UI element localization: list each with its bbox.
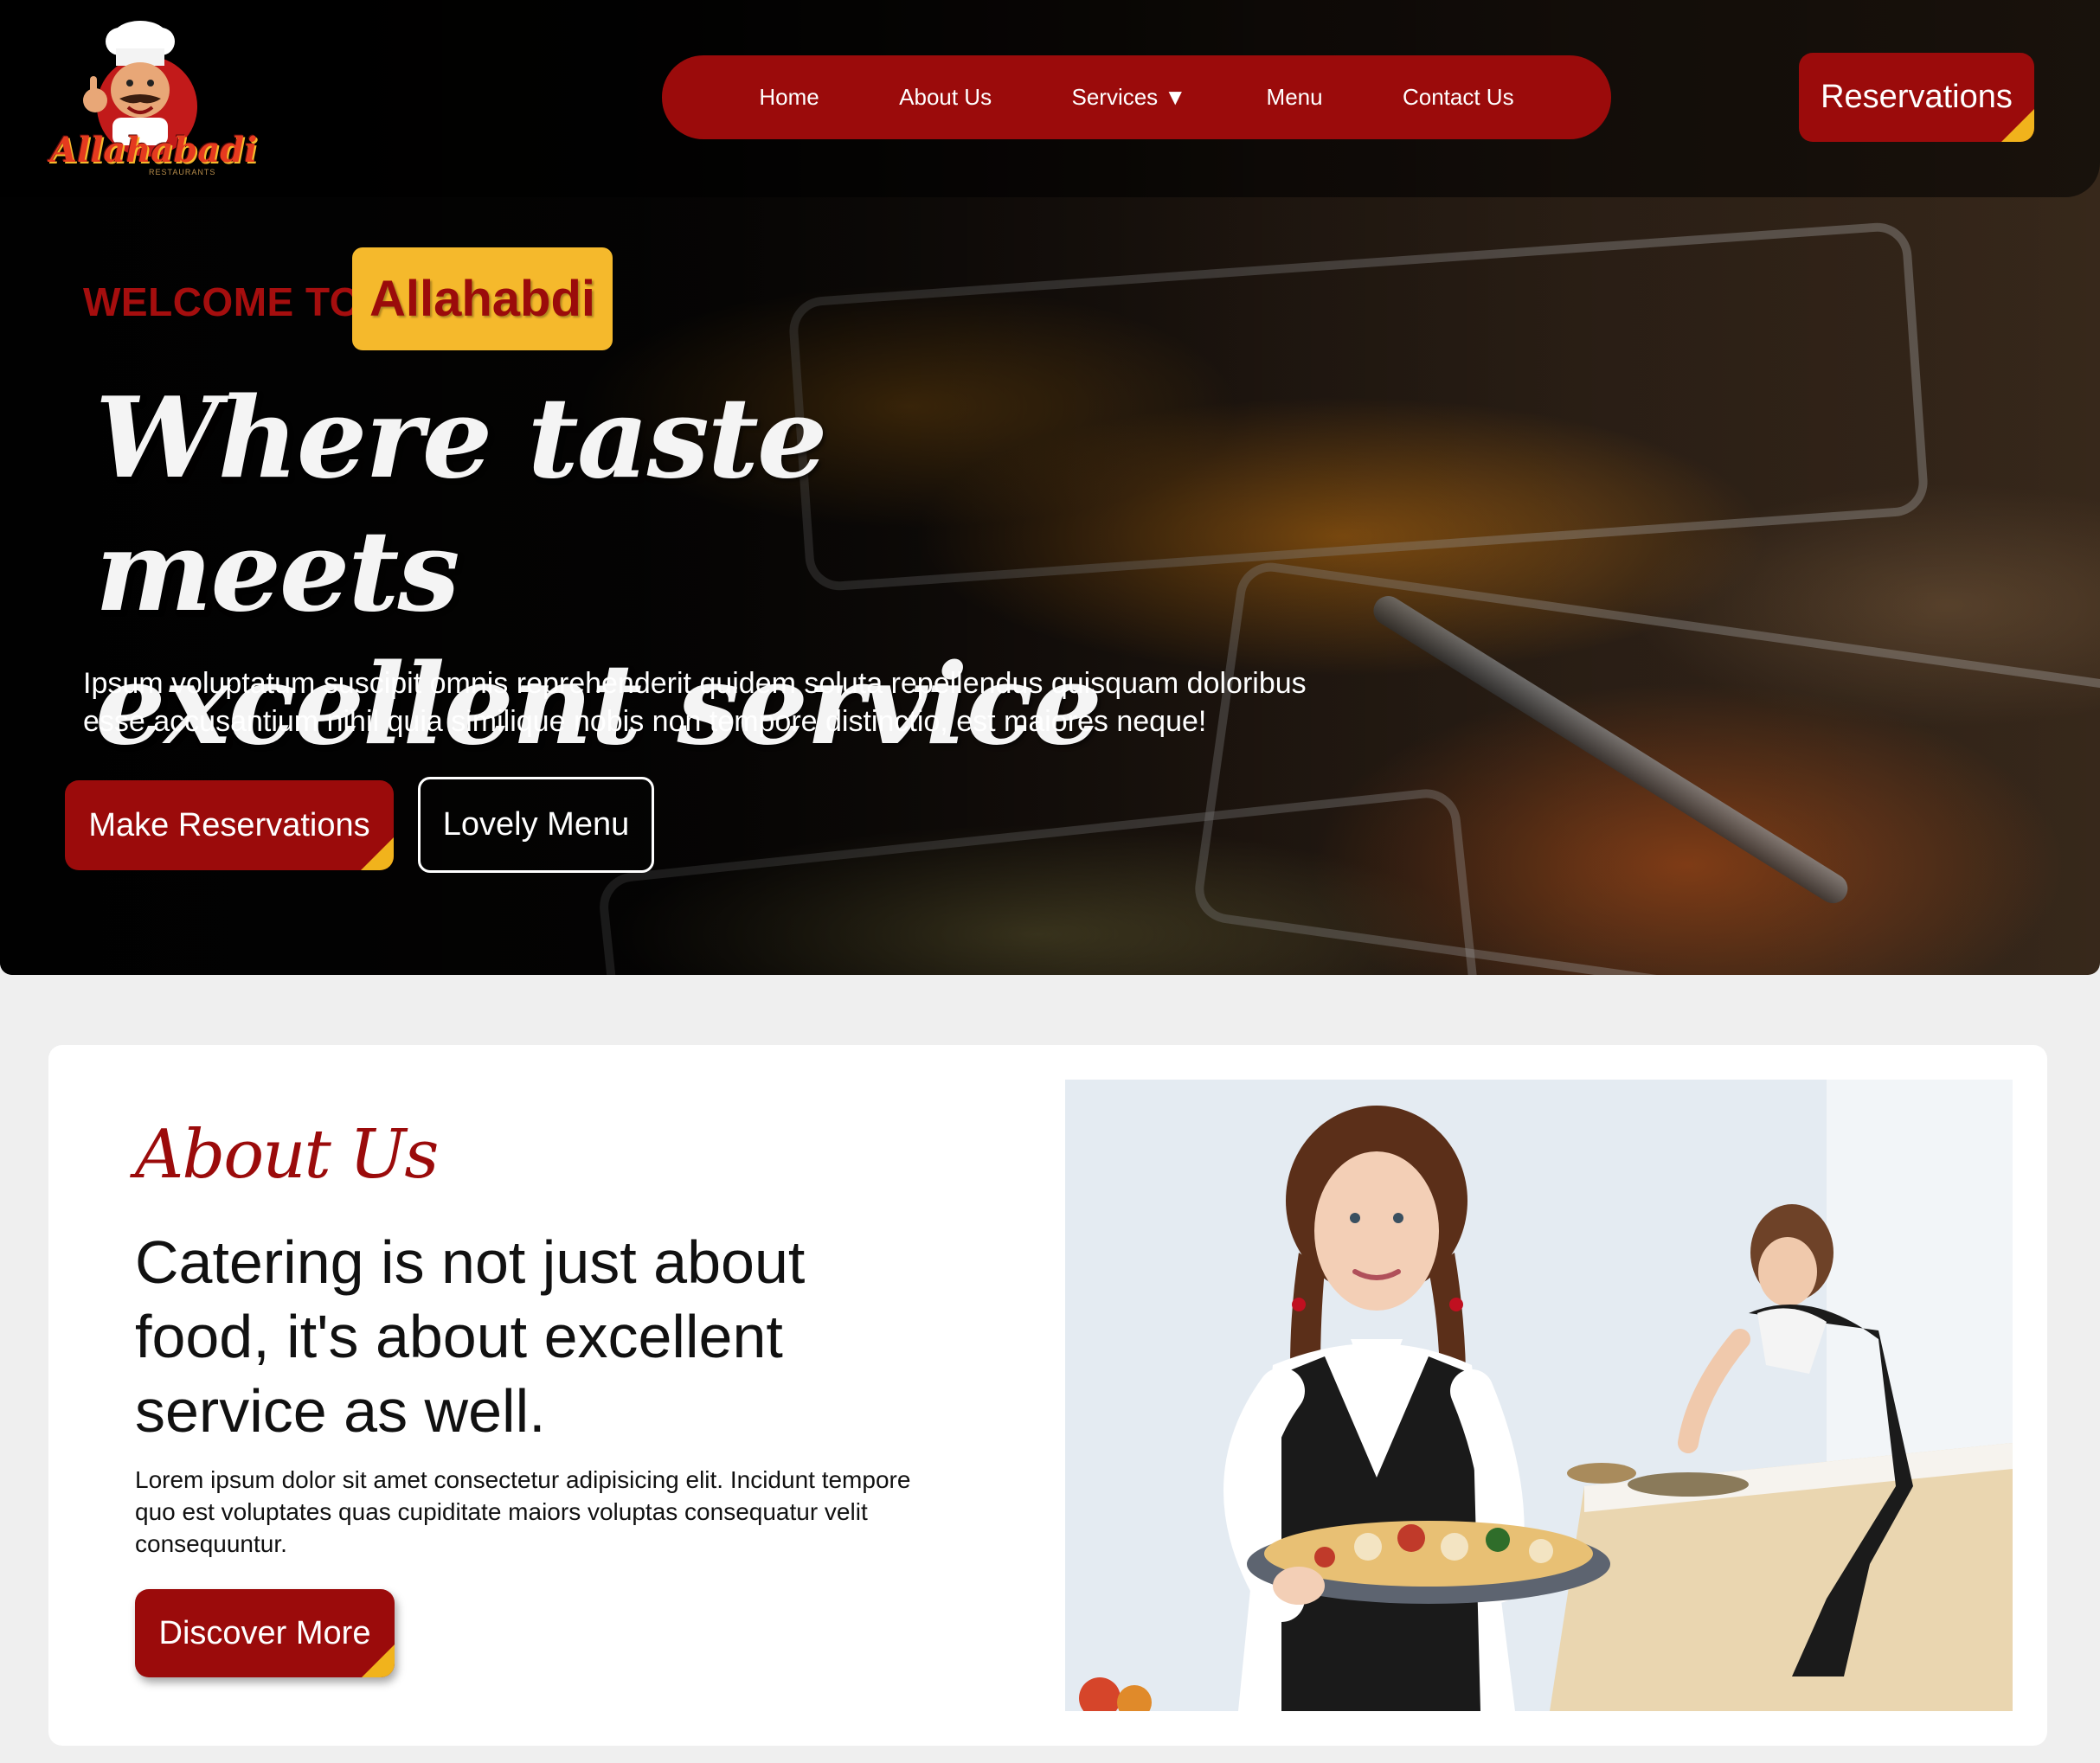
catering-photo-illustration: [1065, 1080, 2013, 1711]
make-reservations-label: Make Reservations: [88, 806, 370, 843]
chef-logo[interactable]: Allahabadi RESTAURANTS: [43, 16, 257, 180]
reservations-button[interactable]: Reservations: [1799, 53, 2034, 142]
button-corner-accent: [362, 1644, 395, 1677]
logo-subtext: RESTAURANTS: [149, 168, 216, 176]
reservations-button-label: Reservations: [1821, 79, 2013, 115]
hero-description-line-1: Ipsum voluptatum suscipit omnis reprehen…: [83, 667, 1307, 700]
hero-section: Allahabadi RESTAURANTS Home About Us Ser…: [0, 0, 2100, 975]
nav-menu[interactable]: Menu: [1267, 84, 1323, 111]
about-script-title: About Us: [135, 1116, 439, 1194]
hero-title-line-1: Where taste meets: [95, 374, 827, 637]
about-section: About Us Catering is not just about food…: [48, 1045, 2047, 1746]
hero-description-line-2: esse accusantium nihil quia similique no…: [83, 705, 1207, 738]
about-heading-line-1: Catering is not just about: [135, 1228, 806, 1296]
about-heading-line-2: food, it's about excellent: [135, 1303, 783, 1370]
about-heading-line-3: service as well.: [135, 1377, 546, 1445]
lovely-menu-label: Lovely Menu: [442, 806, 630, 843]
about-heading: Catering is not just about food, it's ab…: [135, 1225, 914, 1448]
make-reservations-button[interactable]: Make Reservations: [65, 780, 394, 870]
lovely-menu-button[interactable]: Lovely Menu: [418, 777, 654, 873]
discover-more-button[interactable]: Discover More: [135, 1589, 395, 1677]
about-description: Lorem ipsum dolor sit amet consectetur a…: [135, 1464, 1035, 1560]
welcome-label: WELCOME TO: [83, 279, 362, 324]
about-description-line-1: Lorem ipsum dolor sit amet consectetur a…: [135, 1466, 911, 1493]
main-nav: Home About Us Services ▼ Menu Contact Us: [662, 55, 1611, 139]
nav-home[interactable]: Home: [759, 84, 819, 111]
about-description-line-2: quo est voluptates quas cupiditate maior…: [135, 1498, 868, 1525]
nav-services-dropdown[interactable]: Services ▼: [1071, 84, 1186, 111]
button-corner-accent: [2001, 109, 2034, 142]
hero-description: Ipsum voluptatum suscipit omnis reprehen…: [83, 664, 1433, 740]
logo-wordmark: Allahabadi: [50, 130, 258, 170]
discover-more-label: Discover More: [158, 1614, 371, 1651]
button-corner-accent: [361, 837, 394, 870]
about-description-line-3: consequuntur.: [135, 1530, 287, 1557]
nav-contact-us[interactable]: Contact Us: [1403, 84, 1514, 111]
welcome-badge: Allahabdi: [352, 247, 613, 350]
catering-staff-photo: [1065, 1080, 2013, 1711]
nav-about-us[interactable]: About Us: [899, 84, 992, 111]
